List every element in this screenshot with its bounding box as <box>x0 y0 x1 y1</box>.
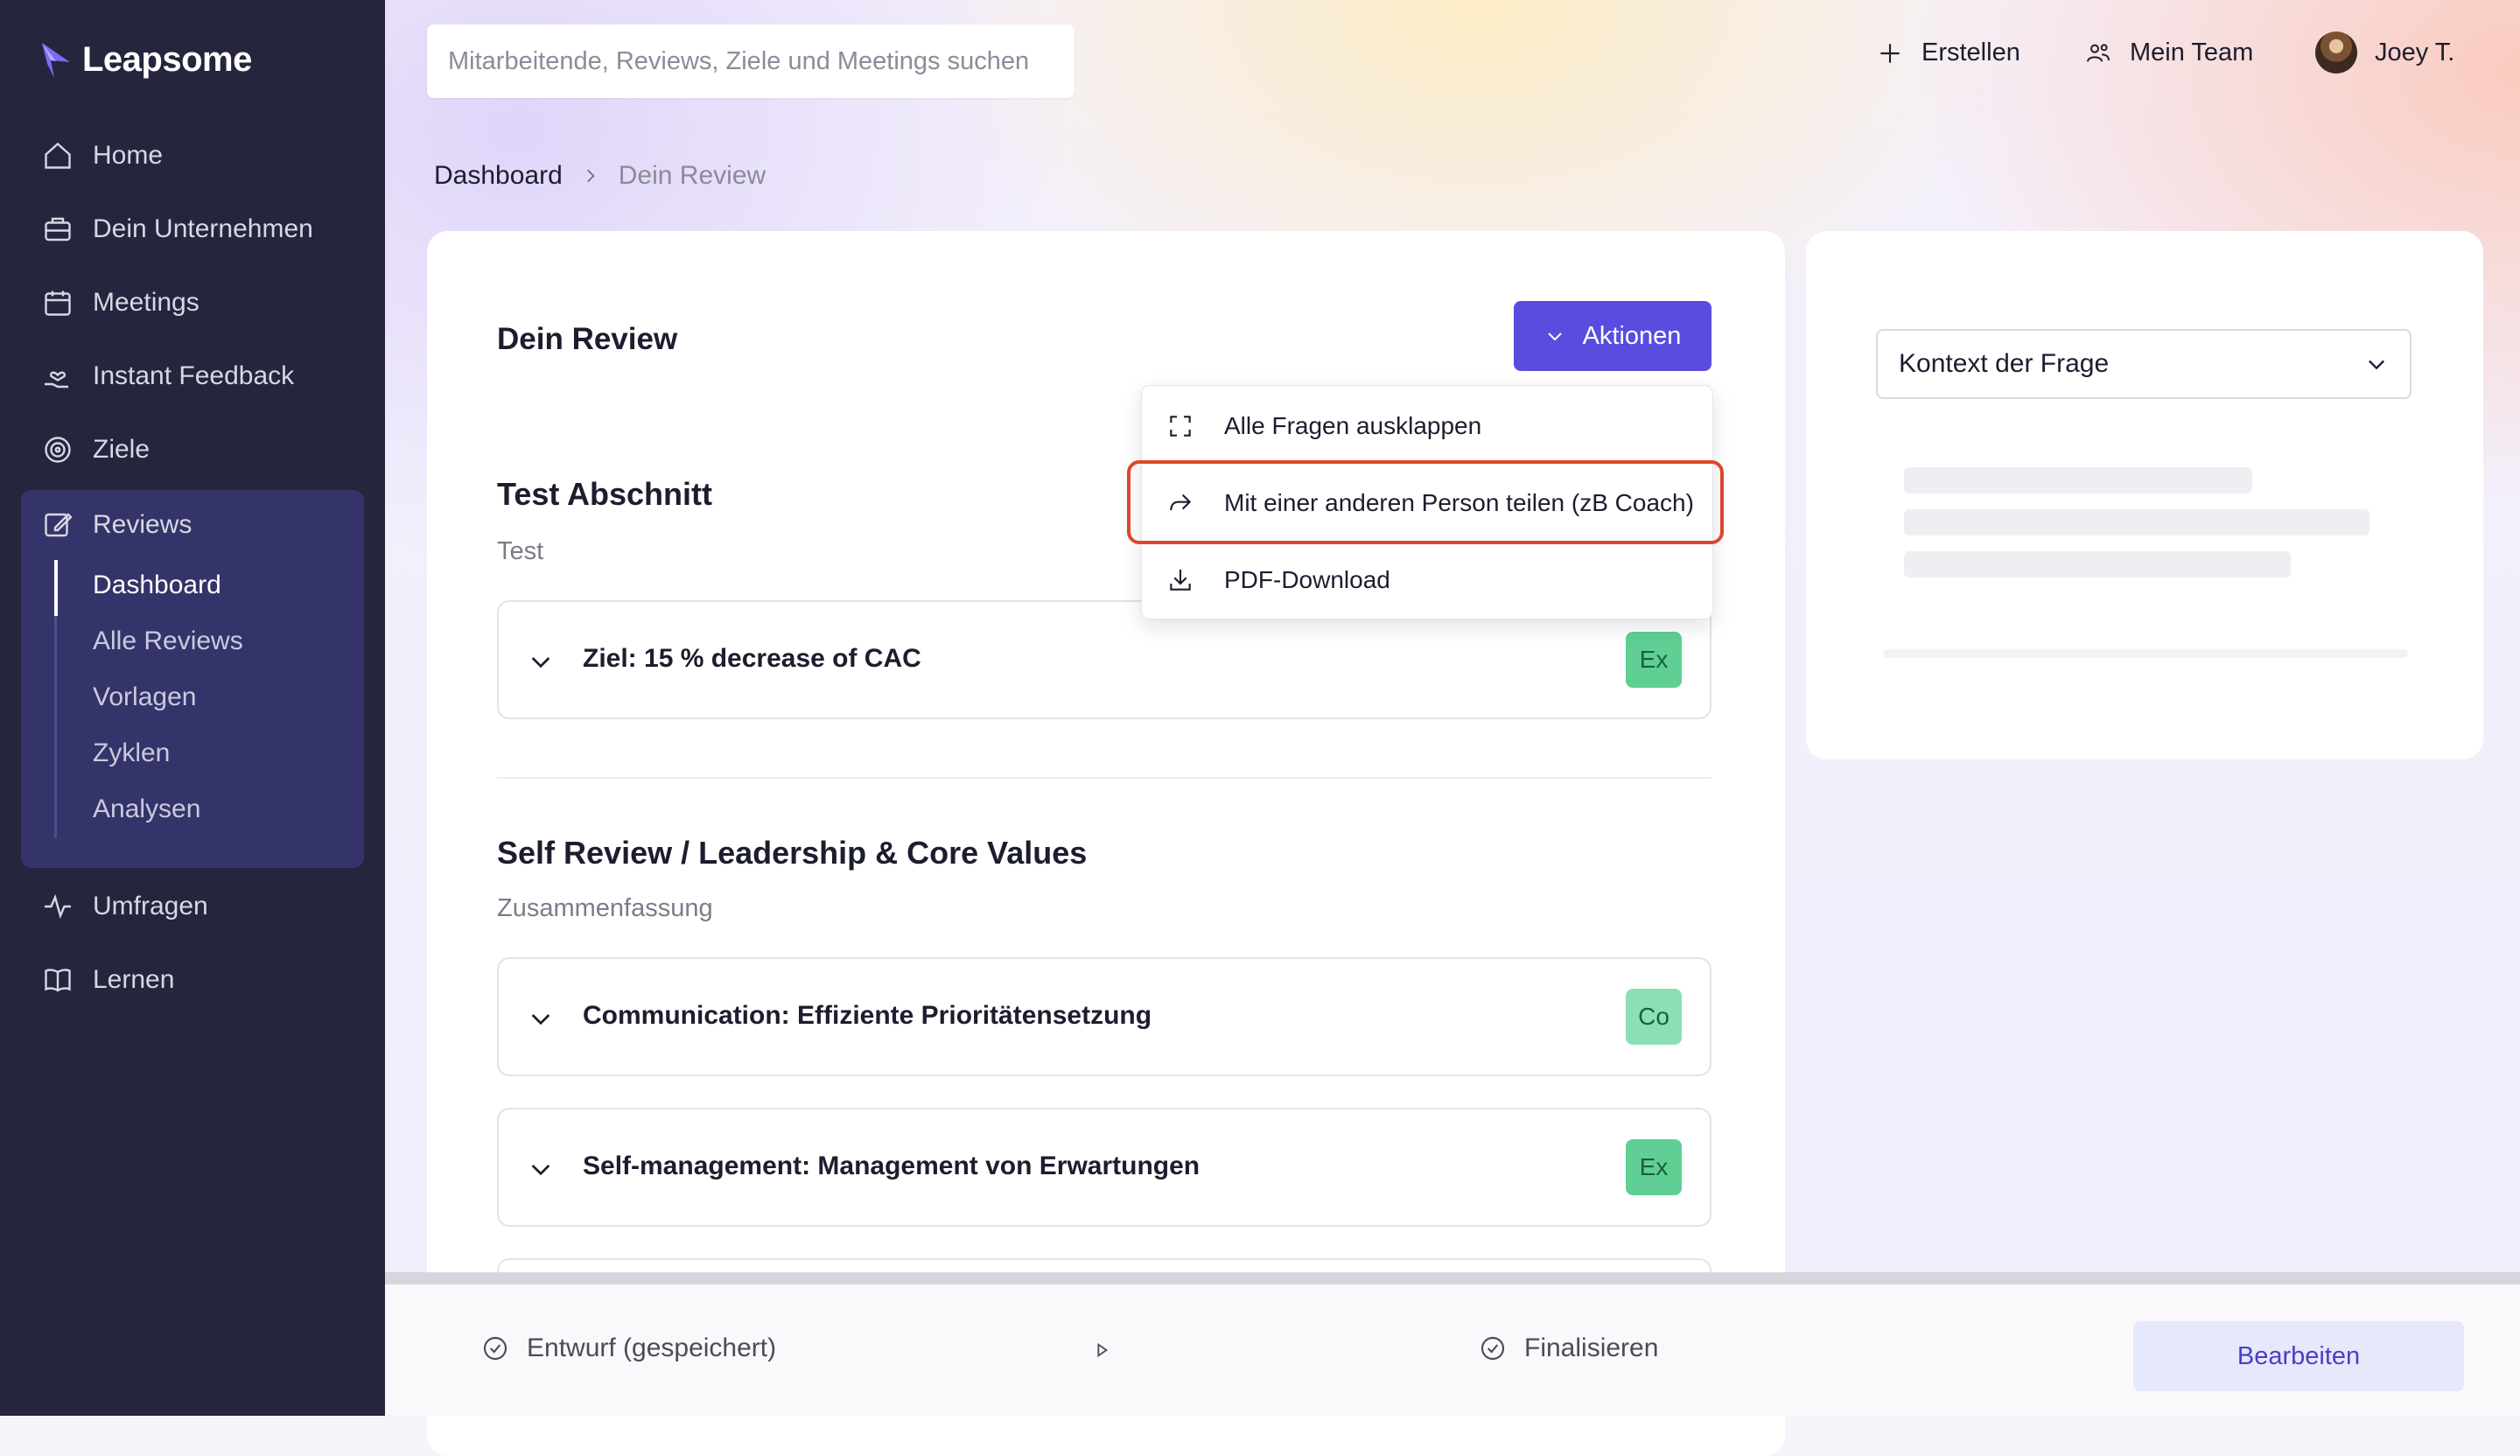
chevron-down-icon[interactable] <box>527 1004 555 1032</box>
create-label: Erstellen <box>1922 38 2020 66</box>
sidebar-item-meetings[interactable]: Meetings <box>42 287 200 318</box>
sidebar-item-label: Instant Feedback <box>93 361 295 390</box>
question-title: Ziel: 15 % decrease of CAC <box>583 644 921 673</box>
sidebar-item-reviews[interactable]: Reviews <box>42 509 192 541</box>
rating-badge: Ex <box>1626 632 1682 688</box>
skeleton-line <box>1904 467 2252 494</box>
sidebar-item-label: Reviews <box>93 510 192 539</box>
sidebar: Leapsome Home Dein Unternehmen Meetings … <box>0 0 385 1416</box>
section-subtitle: Test <box>497 537 544 565</box>
section-divider <box>497 777 1712 779</box>
sidebar-subitem-vorlagen[interactable]: Vorlagen <box>93 682 196 712</box>
chevron-down-icon[interactable] <box>527 1155 555 1183</box>
menu-item-label: Alle Fragen ausklappen <box>1224 412 1482 439</box>
sidebar-item-label: Lernen <box>93 965 175 994</box>
edit-button[interactable]: Bearbeiten <box>2133 1321 2464 1391</box>
sidebar-subitem-analysen[interactable]: Analysen <box>93 794 200 824</box>
menu-item-expand-all[interactable]: Alle Fragen ausklappen <box>1142 391 1712 461</box>
footer-progress-track <box>385 1272 2520 1284</box>
review-footer: Entwurf (gespeichert) Finalisieren Bearb… <box>385 1284 2520 1416</box>
reviews-group: Reviews Dashboard Alle Reviews Vorlagen … <box>21 490 364 868</box>
section-title: Test Abschnitt <box>497 476 713 512</box>
avatar <box>2315 32 2357 74</box>
section-title: Self Review / Leadership & Core Values <box>497 835 1088 871</box>
rating-badge: Co <box>1626 989 1682 1045</box>
sidebar-subitem-alle-reviews[interactable]: Alle Reviews <box>93 626 243 656</box>
sidebar-item-label: Dein Unternehmen <box>93 214 313 243</box>
check-circle-icon <box>483 1336 508 1361</box>
search-input[interactable] <box>446 46 1055 77</box>
breadcrumb-current: Dein Review <box>618 161 766 190</box>
sidebar-item-label: Umfragen <box>93 892 208 920</box>
leapsome-logo[interactable]: Leapsome <box>38 40 252 80</box>
chevron-down-icon <box>1547 332 1562 341</box>
skeleton-line <box>1904 551 2291 578</box>
question-card[interactable]: Self-management: Management von Erwartun… <box>497 1108 1712 1227</box>
app-name: Leapsome <box>82 40 252 79</box>
step-label: Entwurf (gespeichert) <box>527 1334 777 1362</box>
sidebar-item-lernen[interactable]: Lernen <box>42 964 174 996</box>
breadcrumb: Dashboard Dein Review <box>434 161 766 191</box>
section-subtitle: Zusammenfassung <box>497 894 713 922</box>
step-draft: Entwurf (gespeichert) <box>481 1334 776 1363</box>
hand-heart-icon <box>45 371 68 388</box>
sidebar-item-home[interactable]: Home <box>42 140 163 172</box>
question-title: Communication: Effiziente Prioritätenset… <box>583 1001 1152 1030</box>
user-name: Joey T. <box>2375 38 2455 66</box>
context-select-value: Kontext der Frage <box>1899 349 2110 378</box>
sidebar-item-label: Ziele <box>93 435 150 464</box>
step-finalize: Finalisieren <box>1479 1334 1658 1363</box>
briefcase-icon <box>45 217 71 242</box>
chevron-down-icon[interactable] <box>527 648 555 676</box>
home-icon <box>45 142 71 169</box>
create-button[interactable]: Erstellen <box>1876 38 2020 67</box>
calendar-icon <box>45 290 71 316</box>
sidebar-item-umfragen[interactable]: Umfragen <box>42 891 208 922</box>
my-team-label: Mein Team <box>2130 38 2254 66</box>
global-search[interactable] <box>427 24 1074 98</box>
sub-nav-active-indicator <box>54 560 58 616</box>
context-select[interactable]: Kontext der Frage <box>1876 329 2412 399</box>
plus-icon <box>1880 43 1900 63</box>
menu-item-pdf-download[interactable]: PDF-Download <box>1142 545 1712 615</box>
sidebar-item-label: Home <box>93 141 164 170</box>
step-label: Finalisieren <box>1524 1334 1659 1362</box>
chevron-down-icon <box>2369 360 2384 370</box>
question-title: Self-management: Management von Erwartun… <box>583 1152 1200 1180</box>
menu-item-label: PDF-Download <box>1224 566 1390 593</box>
question-card[interactable]: Communication: Effiziente Prioritätenset… <box>497 957 1712 1076</box>
main-area: Erstellen Mein Team Joey T. Dashboard De… <box>385 0 2520 1456</box>
download-icon <box>1170 570 1191 591</box>
rating-badge: Ex <box>1626 1139 1682 1195</box>
pulse-icon <box>45 893 71 920</box>
skeleton-line <box>1904 509 2370 536</box>
edit-icon <box>45 513 73 537</box>
skeleton-line <box>1883 649 2408 658</box>
sidebar-item-instant-feedback[interactable]: Instant Feedback <box>42 360 294 392</box>
user-menu[interactable]: Joey T. <box>2315 32 2454 74</box>
expand-icon <box>1170 416 1191 437</box>
my-team-button[interactable]: Mein Team <box>2084 38 2253 67</box>
sidebar-item-ziele[interactable]: Ziele <box>42 434 150 466</box>
book-icon <box>45 969 71 992</box>
actions-label: Aktionen <box>1582 321 1682 350</box>
highlight-annotation <box>1127 460 1724 544</box>
breadcrumb-dashboard[interactable]: Dashboard <box>434 161 563 191</box>
actions-button[interactable]: Aktionen <box>1514 301 1712 371</box>
sidebar-item-label: Meetings <box>93 288 200 317</box>
leapsome-logo-icon <box>42 42 70 78</box>
check-circle-icon <box>1480 1336 1505 1361</box>
team-icon <box>2087 43 2110 62</box>
sidebar-subitem-dashboard[interactable]: Dashboard <box>93 570 221 600</box>
sidebar-subitem-zyklen[interactable]: Zyklen <box>93 738 170 768</box>
page-title: Dein Review <box>497 322 678 356</box>
context-panel: Kontext der Frage <box>1806 231 2483 760</box>
play-arrow-icon <box>1097 1342 1109 1358</box>
target-icon <box>45 437 71 463</box>
sidebar-item-company[interactable]: Dein Unternehmen <box>42 214 313 245</box>
chevron-right-icon <box>586 169 595 183</box>
